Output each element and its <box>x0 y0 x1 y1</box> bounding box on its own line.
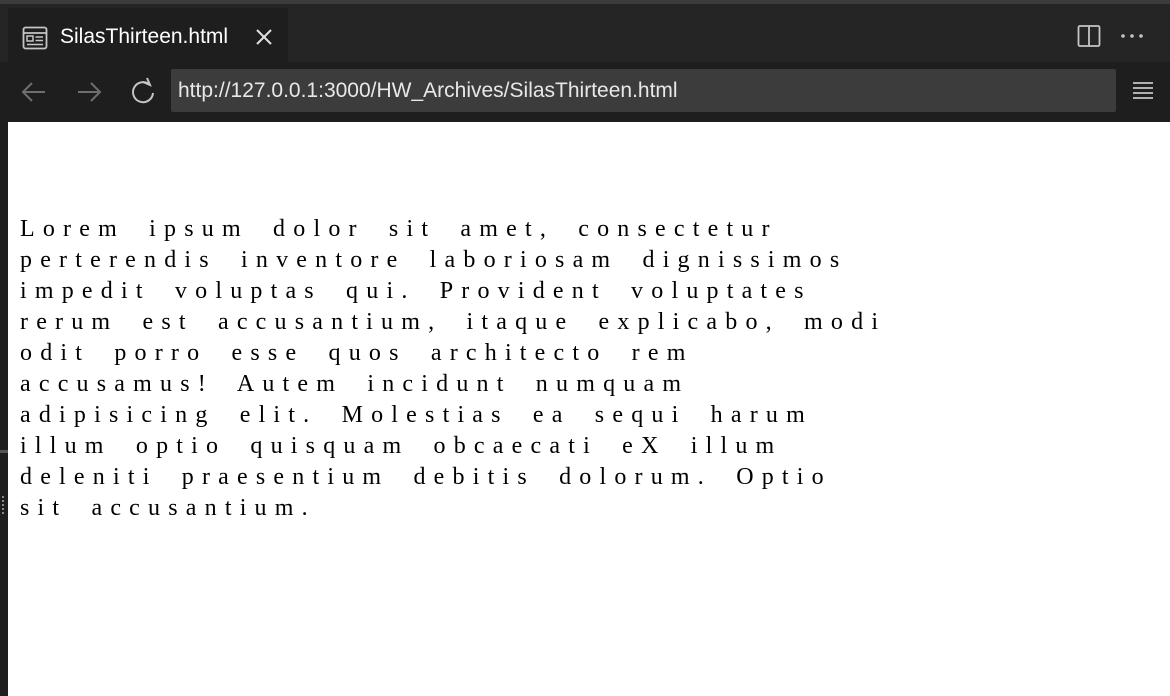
paragraph-line: odit porro esse quos architecto rem <box>20 340 694 366</box>
close-icon[interactable] <box>251 24 277 50</box>
url-input[interactable]: http://127.0.0.1:3000/HW_Archives/SilasT… <box>171 69 1116 112</box>
menu-icon[interactable] <box>1131 78 1155 104</box>
page-content: Lorem ipsum dolor sit amet, consectetur … <box>8 122 1170 696</box>
more-actions-icon[interactable] <box>1119 24 1145 48</box>
arrow-left-icon[interactable] <box>18 76 50 108</box>
tab-silas-thirteen[interactable]: SilasThirteen.html <box>8 8 288 66</box>
tab-title: SilasThirteen.html <box>60 25 229 48</box>
navigation-bar: http://127.0.0.1:3000/HW_Archives/SilasT… <box>0 62 1170 122</box>
paragraph-line: deleniti praesentium debitis dolorum. Op… <box>20 464 832 490</box>
paragraph-line: Lorem ipsum dolor sit amet, consectetur <box>20 216 778 242</box>
tab-bar: SilasThirteen.html <box>0 0 1170 66</box>
url-text: http://127.0.0.1:3000/HW_Archives/SilasT… <box>178 78 678 102</box>
gutter-mark <box>0 450 8 453</box>
preview-page-icon <box>22 26 48 50</box>
split-editor-icon[interactable] <box>1077 24 1101 48</box>
browser-preview-window: SilasThirteen.html http://127.0.0.1:3000… <box>0 0 1170 696</box>
paragraph-line: perterendis inventore laboriosam digniss… <box>20 247 848 273</box>
paragraph-line: impedit voluptas qui. Provident voluptat… <box>20 278 812 304</box>
paragraph-line: illum optio quisquam obcaecati eX illum <box>20 433 783 459</box>
arrow-right-icon[interactable] <box>73 76 105 108</box>
resize-handle[interactable] <box>2 496 6 514</box>
paragraph-line: rerum est accusantium, itaque explicabo,… <box>20 309 887 335</box>
reload-icon[interactable] <box>127 76 159 108</box>
paragraph-line: sit accusantium. <box>20 495 316 521</box>
paragraph-line: accusamus! Autem incidunt numquam <box>20 371 690 397</box>
paragraph-line: adipisicing elit. Molestias ea sequi har… <box>20 402 813 428</box>
lorem-paragraph: Lorem ipsum dolor sit amet, consectetur … <box>20 214 1160 524</box>
